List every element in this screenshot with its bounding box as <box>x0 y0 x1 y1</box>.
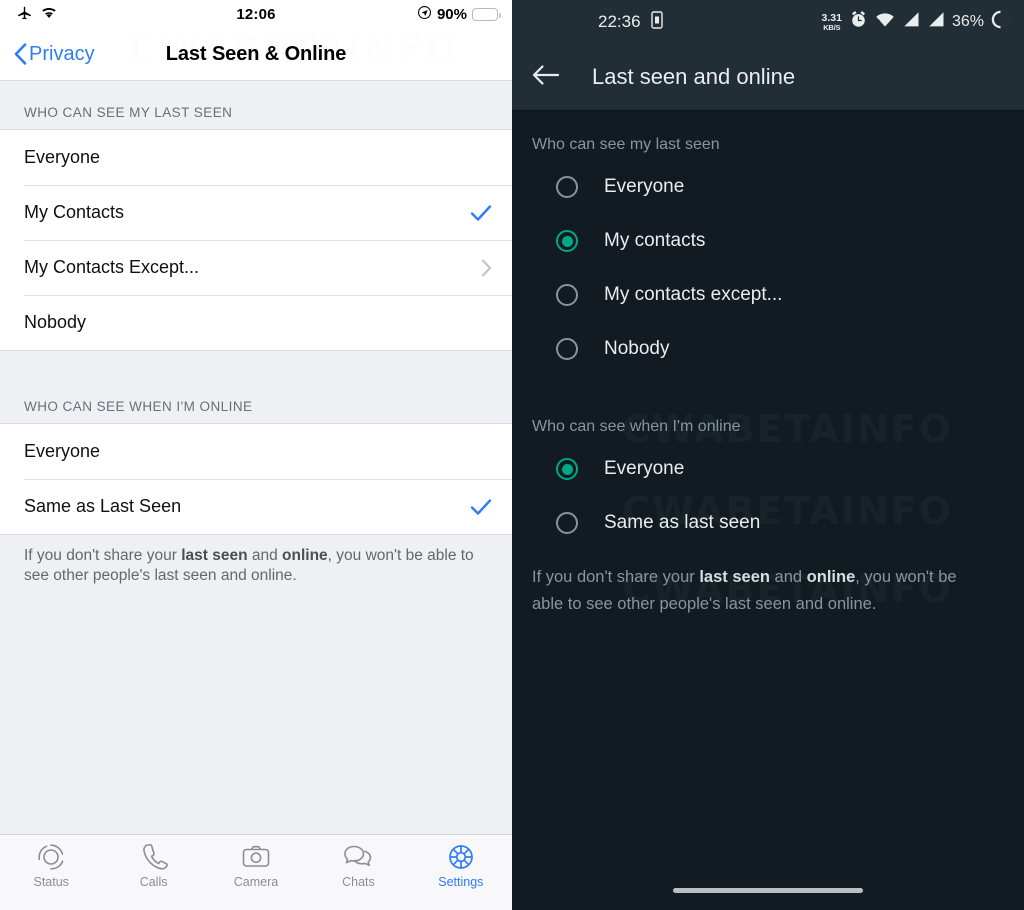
gear-icon <box>446 842 476 872</box>
tab-label: Chats <box>342 875 375 889</box>
dual-screenshot-comparison: CWABETAINFO CWABETAINFO CWABETAINFO CWAB… <box>0 0 1024 910</box>
ios-option-label: Everyone <box>24 441 101 461</box>
android-online-option-same-as-last-seen[interactable]: Same as last seen <box>512 496 1024 550</box>
ios-screen: CWABETAINFO CWABETAINFO CWABETAINFO CWAB… <box>0 0 512 910</box>
android-status-bar: 22:36 3.31 KB/S 36% <box>512 0 1024 44</box>
ios-online-option-same-as-last-seen[interactable]: Same as Last Seen <box>0 479 512 534</box>
checkmark-icon <box>470 204 492 222</box>
network-speed-value: 3.31 <box>821 11 842 24</box>
tab-settings[interactable]: Settings <box>410 842 512 889</box>
footer-bold-last-seen: last seen <box>699 568 770 586</box>
battery-percent-label: 90% <box>436 5 467 23</box>
footer-bold-online: online <box>282 547 328 564</box>
section-gap <box>0 350 512 377</box>
phone-icon <box>139 842 169 872</box>
ios-nav-bar: Privacy Last Seen & Online <box>0 28 512 81</box>
tab-label: Settings <box>438 875 484 889</box>
wifi-icon <box>875 11 895 33</box>
tab-calls[interactable]: Calls <box>102 842 204 889</box>
ios-option-nobody[interactable]: Nobody <box>0 295 512 350</box>
section-header-last-seen: WHO CAN SEE MY LAST SEEN <box>0 81 512 130</box>
ios-footer-text: If you don't share your last seen and on… <box>0 535 512 587</box>
ios-option-label: My Contacts <box>24 202 125 222</box>
battery-circle-icon <box>991 10 1010 34</box>
android-option-nobody[interactable]: Nobody <box>512 322 1024 376</box>
ios-list-last-seen: Everyone My Contacts My Contacts Except.… <box>0 130 512 350</box>
section-header-online: Who can see when I'm online <box>532 418 741 435</box>
ios-tab-bar: Status Calls Camera Chats Settings <box>0 834 512 910</box>
network-speed-unit: KB/S <box>823 23 841 32</box>
radio-button[interactable] <box>556 176 578 198</box>
home-indicator[interactable] <box>673 887 863 893</box>
section-header-last-seen: Who can see my last seen <box>532 136 720 153</box>
ios-option-label: Nobody <box>24 312 87 332</box>
page-title: Last seen and online <box>592 64 796 89</box>
ios-option-label: My Contacts Except... <box>24 257 200 277</box>
android-option-label: Everyone <box>604 458 685 479</box>
signal-bars-icon <box>902 11 920 33</box>
footer-part-1: If you don't share your <box>532 568 700 586</box>
radio-button-selected[interactable] <box>556 458 578 480</box>
ios-option-label: Everyone <box>24 147 101 167</box>
alarm-clock-icon <box>849 10 868 34</box>
status-rings-icon <box>36 842 66 872</box>
footer-part-1: If you don't share your <box>24 547 182 564</box>
android-option-my-contacts[interactable]: My contacts <box>512 214 1024 268</box>
chevron-right-icon <box>481 258 492 277</box>
tab-status[interactable]: Status <box>0 842 102 889</box>
network-speed-indicator: 3.31 KB/S <box>821 11 842 32</box>
tab-label: Status <box>33 875 69 889</box>
ios-list-online: Everyone Same as Last Seen <box>0 424 512 534</box>
android-gesture-bar-area <box>512 870 1024 910</box>
back-arrow-icon[interactable] <box>532 63 560 92</box>
tab-label: Camera <box>233 875 279 889</box>
android-option-label: Same as last seen <box>604 512 761 533</box>
android-empty-area <box>512 617 1024 870</box>
page-title: Last Seen & Online <box>165 42 347 65</box>
signal-bars-icon <box>927 11 945 33</box>
android-option-label: My contacts <box>604 230 706 251</box>
android-option-everyone[interactable]: Everyone <box>512 160 1024 214</box>
ios-option-my-contacts-except[interactable]: My Contacts Except... <box>0 240 512 295</box>
camera-icon <box>241 842 271 872</box>
radio-button[interactable] <box>556 284 578 306</box>
checkmark-icon <box>470 498 492 516</box>
tab-label: Calls <box>139 875 168 889</box>
ios-online-option-everyone[interactable]: Everyone <box>0 424 512 479</box>
ios-status-bar: 12:06 90% <box>0 0 512 28</box>
device-icon <box>650 10 663 34</box>
radio-button[interactable] <box>556 338 578 360</box>
location-arrow-icon <box>417 5 432 24</box>
footer-part-2: and <box>247 547 283 564</box>
android-app-bar: Last seen and online <box>512 44 1024 110</box>
android-clock: 22:36 <box>598 12 641 31</box>
tab-camera[interactable]: Camera <box>205 842 307 889</box>
chat-bubbles-icon <box>342 842 374 872</box>
android-footer-text: If you don't share your last seen and on… <box>512 550 1024 617</box>
footer-bold-online: online <box>806 568 856 586</box>
ios-option-my-contacts[interactable]: My Contacts <box>0 185 512 240</box>
section-header-online: WHO CAN SEE WHEN I'M ONLINE <box>0 377 512 424</box>
tab-chats[interactable]: Chats <box>307 842 409 889</box>
ios-option-everyone[interactable]: Everyone <box>0 130 512 185</box>
android-option-my-contacts-except[interactable]: My contacts except... <box>512 268 1024 322</box>
android-list-last-seen: Everyone My contacts My contacts except.… <box>512 160 1024 376</box>
android-screen: CWABETAINFO CWABETAINFO CWABETAINFO CWAB… <box>512 0 1024 910</box>
battery-percent-label: 36% <box>951 13 984 30</box>
radio-button[interactable] <box>556 512 578 534</box>
radio-button-selected[interactable] <box>556 230 578 252</box>
ios-footer-area: If you don't share your last seen and on… <box>0 534 512 834</box>
android-option-label: Everyone <box>604 176 685 197</box>
android-list-online: Everyone Same as last seen <box>512 442 1024 550</box>
ios-option-label: Same as Last Seen <box>24 496 182 516</box>
android-online-option-everyone[interactable]: Everyone <box>512 442 1024 496</box>
battery-icon <box>472 7 501 21</box>
footer-bold-last-seen: last seen <box>181 547 248 564</box>
footer-part-2: and <box>769 568 807 586</box>
android-option-label: Nobody <box>604 338 670 359</box>
android-option-label: My contacts except... <box>604 284 783 305</box>
